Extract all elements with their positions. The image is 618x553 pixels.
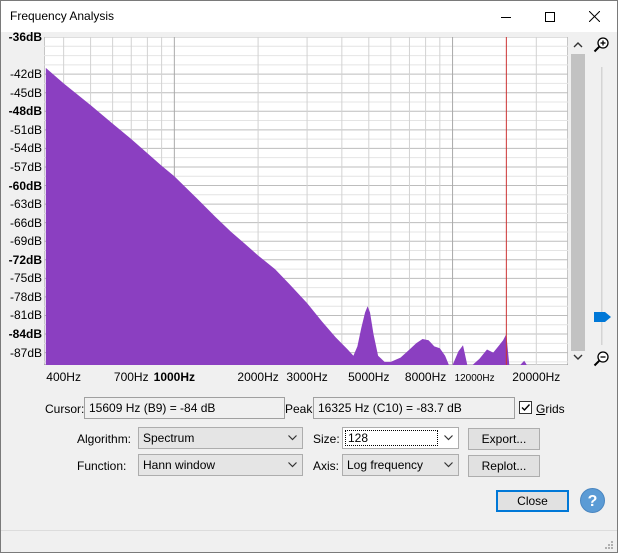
function-select[interactable]: Hann window	[138, 454, 303, 476]
x-tick-label: 700Hz	[113, 370, 149, 384]
chevron-down-icon	[288, 462, 297, 468]
chevron-down-icon	[444, 462, 453, 468]
x-tick-label: 1000Hz	[153, 370, 196, 384]
scrollbar-thumb[interactable]	[571, 54, 585, 351]
zoom-in-icon[interactable]	[593, 36, 610, 53]
title-bar: Frequency Analysis	[1, 1, 617, 32]
y-tick-label: -51dB	[9, 122, 42, 137]
algorithm-select[interactable]: Spectrum	[138, 427, 303, 449]
y-tick-label: -57dB	[9, 159, 42, 174]
cursor-label: Cursor:	[45, 402, 85, 416]
y-tick-label: -84dB	[8, 327, 42, 342]
export-button[interactable]: Export...	[468, 428, 540, 450]
y-tick-label: -48dB	[8, 104, 42, 119]
zoom-slider[interactable]	[594, 67, 611, 345]
zoom-out-icon[interactable]	[593, 350, 610, 367]
y-tick-label: -63dB	[9, 197, 42, 212]
grids-label[interactable]: Grids	[536, 402, 565, 416]
y-tick-label: -60dB	[8, 178, 42, 193]
maximize-icon	[544, 11, 555, 22]
x-tick-label: 400Hz	[46, 370, 81, 384]
peak-label: Peak:	[285, 402, 316, 416]
chevron-down-icon	[288, 435, 297, 441]
y-tick-label: -66dB	[9, 215, 42, 230]
size-select[interactable]: 128	[342, 427, 459, 449]
y-tick-label: -36dB	[8, 30, 42, 44]
y-tick-label: -45dB	[9, 85, 42, 100]
algorithm-value: Spectrum	[143, 431, 195, 445]
axis-select[interactable]: Log frequency	[342, 454, 459, 476]
peak-readout: 16325 Hz (C10) = -83.7 dB	[313, 397, 515, 419]
x-tick-label: 2000Hz	[237, 370, 279, 384]
function-value: Hann window	[143, 458, 216, 472]
resize-grip-icon[interactable]	[604, 540, 614, 550]
maximize-button[interactable]	[527, 1, 572, 32]
close-button[interactable]: Close	[496, 490, 569, 512]
y-tick-label: -42dB	[9, 67, 42, 82]
y-tick-label: -54dB	[9, 141, 42, 156]
close-icon	[589, 11, 600, 22]
minimize-button[interactable]	[483, 1, 528, 32]
axis-label: Axis:	[313, 459, 340, 473]
grids-label-rest: rids	[545, 402, 565, 416]
y-tick-label: -75dB	[9, 271, 42, 286]
y-tick-label: -81dB	[9, 308, 42, 323]
zoom-slider-thumb[interactable]	[594, 311, 612, 323]
help-button[interactable]: ?	[580, 488, 605, 513]
grids-checkbox[interactable]	[519, 401, 532, 414]
scroll-up-icon[interactable]	[573, 41, 583, 48]
status-divider	[1, 530, 617, 531]
function-label: Function:	[77, 459, 127, 473]
algorithm-label: Algorithm:	[77, 432, 132, 446]
x-tick-label: 12000Hz	[454, 373, 495, 384]
x-tick-label: 3000Hz	[286, 370, 328, 384]
size-value: 128	[345, 430, 438, 446]
chevron-down-icon	[444, 435, 453, 441]
minimize-icon	[500, 16, 511, 18]
checkmark-icon	[521, 404, 531, 412]
x-tick-label: 5000Hz	[348, 370, 390, 384]
grids-label-mnemonic: G	[536, 402, 546, 416]
x-tick-label: 8000Hz	[404, 370, 447, 384]
replot-button[interactable]: Replot...	[468, 455, 540, 477]
cursor-readout: 15609 Hz (B9) = -84 dB	[84, 397, 285, 419]
frequency-analysis-window: Frequency Analysis -36dB -42dB -45dB -48dB -…	[0, 0, 618, 553]
close-window-button[interactable]	[572, 1, 617, 32]
vertical-scrollbar[interactable]	[570, 37, 586, 365]
axis-value: Log frequency	[347, 458, 424, 472]
y-tick-label: -72dB	[8, 252, 42, 267]
spectrum-plot[interactable]	[44, 37, 568, 365]
x-tick-label: 20000Hz	[512, 370, 561, 384]
x-axis-labels: 400Hz 700Hz 1000Hz 2000Hz 3000Hz 5000Hz 8000Hz…	[1, 370, 618, 388]
scroll-down-icon[interactable]	[573, 354, 583, 361]
y-axis-labels: -36dB -42dB -45dB -48dB -51dB -54dB -57dB -60dB…	[1, 1, 42, 371]
size-label: Size:	[313, 432, 340, 446]
y-tick-label: -78dB	[9, 289, 42, 304]
y-tick-label: -87dB	[9, 345, 42, 360]
zoom-slider-track	[601, 67, 603, 345]
y-tick-label: -69dB	[9, 234, 42, 249]
